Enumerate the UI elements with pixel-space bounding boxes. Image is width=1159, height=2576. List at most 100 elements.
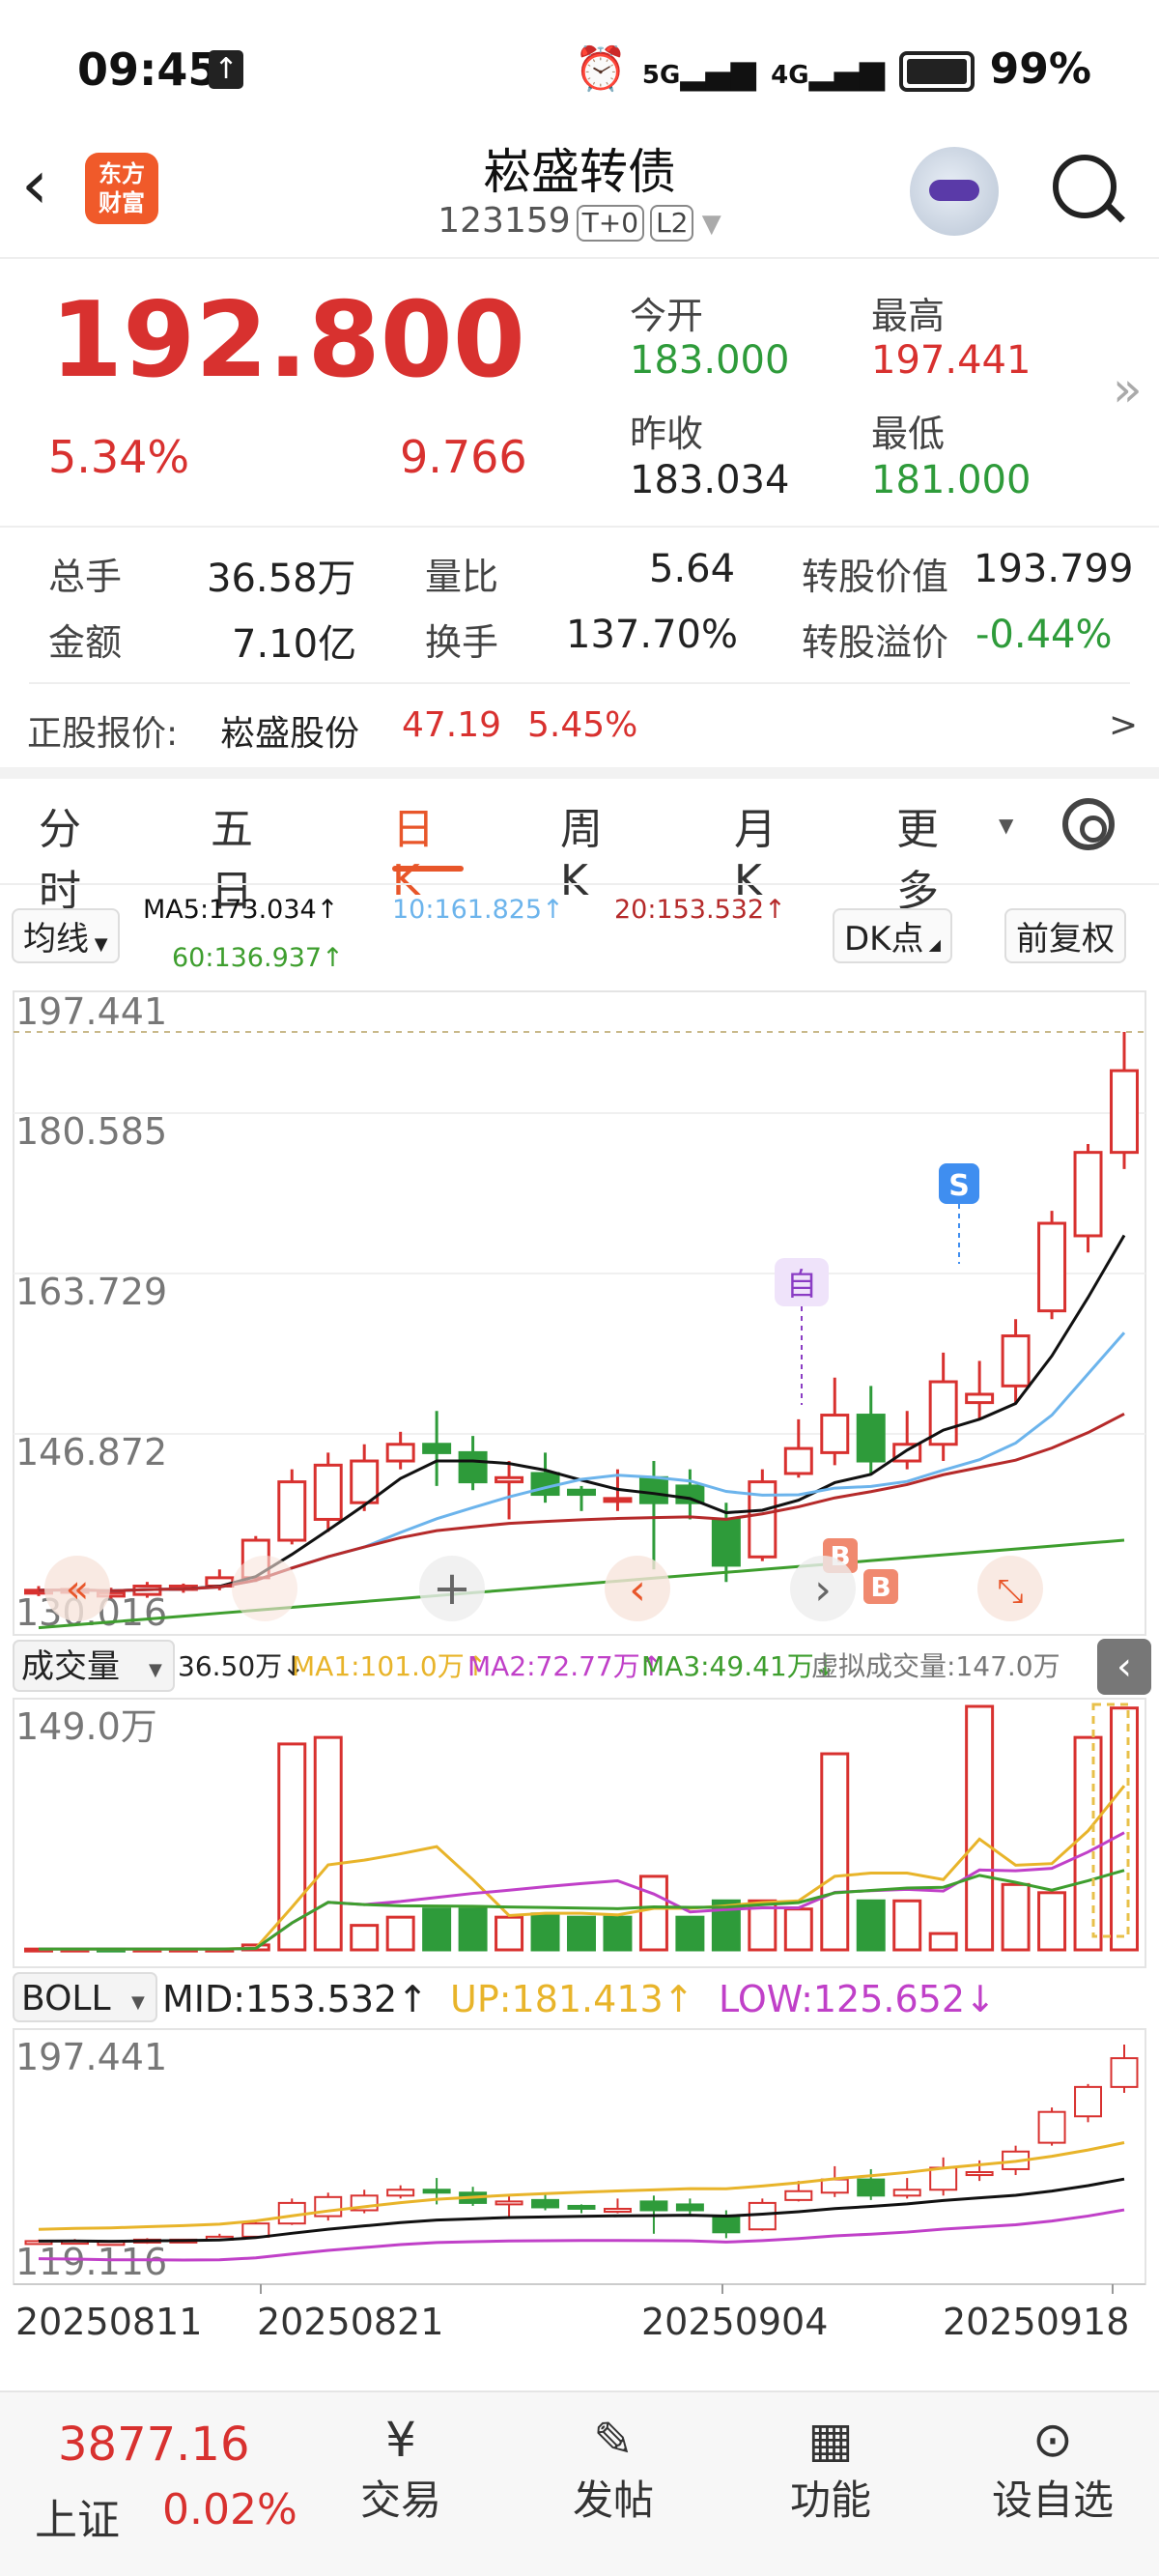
volume-bar [385,1915,415,1952]
grid-icon: ▦ [807,2412,854,2468]
boll-candle-body [892,2189,921,2197]
date-label-3: 20250918 [943,2301,1129,2343]
underlying-stock-row[interactable]: 正股报价: 崧盛股份 47.19 5.45% > [0,694,1159,765]
ma-dropdown-label: 均线 [23,920,89,959]
boll-candle-body [1110,2057,1139,2088]
status-time: 09:45 [77,43,219,96]
low-value: 181.000 [871,458,1032,502]
index-pct[interactable]: 0.02% [162,2485,297,2534]
volume-ma1: MA1:101.0万↑ [292,1650,487,1682]
amount-label: 金额 [48,621,123,664]
candle-body [458,1450,488,1484]
volume-ma2: MA2:72.77万↑ [467,1650,663,1682]
boll-candle-body [748,2201,777,2231]
volume-bar [1037,1891,1067,1952]
volume-bar [530,1912,560,1952]
status-bar: 09:45 ↑ ⏰ 5G▂▄▆ 4G▂▄▆ 99% [0,0,1159,135]
underlying-name: 崧盛股份 [220,714,360,754]
volume-bar [638,1875,668,1952]
tag-t0: T+0 [576,205,645,242]
robot-assistant-icon[interactable] [910,147,999,236]
candle-body [567,1488,596,1497]
adjust-price-button[interactable]: 前复权 [1004,908,1126,963]
candle-body [783,1446,813,1475]
change-value: 9.766 [400,431,527,483]
nav-watchlist[interactable]: ⊙ 设自选 [975,2412,1130,2527]
volume-ratio-label: 量比 [425,556,499,598]
boll-candle-body [1074,2085,1103,2118]
tab-more[interactable]: 更多 [896,794,939,918]
kline-chart-area[interactable]: 197.441 180.585 163.729 146.872 130.016 … [0,984,1159,2375]
battery-icon [899,51,975,92]
signal-icon: ▂▄▆ [680,53,756,92]
moving-average-lines [38,1234,1126,1630]
volume-bar [820,1752,850,1952]
more-dropdown-icon: ▼ [999,814,1014,837]
tab-daily-k[interactable]: 日K [392,794,435,905]
bottom-nav: 3877.16 上证 0.02% ¥ 交易 ✎ 发帖 ▦ 功能 ⊙ 设自选 [0,2390,1159,2576]
net-5g: 5G [641,61,681,90]
kline-frame [13,990,1146,1636]
volume-bar [567,1915,596,1952]
nav-post[interactable]: ✎ 发帖 [551,2412,676,2527]
volume-bar [458,1907,488,1952]
ma5-value: MA5:173.034↑ [143,895,339,925]
boll-frame [13,2028,1146,2285]
upload-icon: ↑ [209,50,243,89]
underlying-price: 47.19 [402,705,502,745]
chevron-left-icon: ‹ [1117,1645,1132,1689]
volume-bar [1073,1735,1103,1952]
boll-candle-body [929,2166,958,2191]
boll-candle-body [820,2178,849,2194]
y-label-3: 146.872 [15,1431,167,1474]
prev-close-value: 183.034 [630,458,790,502]
volume-label: 总手 [48,556,123,598]
gear-icon[interactable] [1062,798,1115,850]
boll-candle-body [675,2203,704,2212]
tab-minute[interactable]: 分时 [39,794,81,918]
svg-text:▼: ▼ [131,1992,145,2013]
alarm-icon: ⏰ [574,44,628,94]
tab-weekly-k[interactable]: 周K [560,794,603,905]
boll-candle-body [603,2207,632,2213]
ma10-value: 10:161.825↑ [392,895,564,925]
ma5-line [38,1234,1126,1592]
y-label-1: 180.585 [15,1110,167,1153]
nav-function[interactable]: ▦ 功能 [768,2412,893,2527]
candle-body [495,1475,524,1484]
prev-close-label: 昨收 [630,413,704,455]
date-label-1: 20250821 [257,2301,443,2343]
nav-watchlist-label: 设自选 [991,2476,1114,2524]
zoom-out-button [232,1556,297,1621]
yen-cycle-icon: ¥ [385,2412,416,2468]
ma-dropdown[interactable]: 均线 ▼ [12,908,120,963]
candle-body [422,1443,452,1454]
volume-bar [783,1907,813,1952]
boll-ymax: 197.441 [15,2036,167,2078]
date-label-2: 20250904 [641,2301,828,2343]
candle-body [1073,1151,1103,1238]
chevron-right-icon: > [1109,705,1139,745]
volume-bar [313,1735,343,1952]
status-right: ⏰ 5G▂▄▆ 4G▂▄▆ 99% [575,43,1091,94]
index-name[interactable]: 上证 [35,2485,120,2547]
candlestick-series [24,1032,1139,1599]
amount-value: 7.10亿 [232,622,357,667]
search-icon[interactable] [1053,155,1125,223]
candle-body [603,1497,633,1503]
y-label-2: 163.729 [15,1271,167,1313]
volume-bar [928,1932,958,1952]
expand-chevron-icon[interactable]: » [1113,361,1143,417]
nav-trade[interactable]: ¥ 交易 [338,2412,464,2527]
volume-ma3: MA3:49.41万↓ [641,1650,836,1682]
boll-candle-body [531,2198,560,2209]
boll-candle-body [386,2189,415,2197]
index-value[interactable]: 3877.16 [58,2418,250,2472]
dk-point-dropdown[interactable]: DK点 ◢ [833,908,952,963]
tab-monthly-k[interactable]: 月K [734,794,777,905]
volume-dropdown: 成交量 [21,1647,120,1686]
high-value: 197.441 [871,338,1032,383]
double-chevron-left-icon: « [66,1567,89,1612]
active-tab-indicator [392,866,464,872]
volume-ymax: 149.0万 [15,1705,157,1748]
